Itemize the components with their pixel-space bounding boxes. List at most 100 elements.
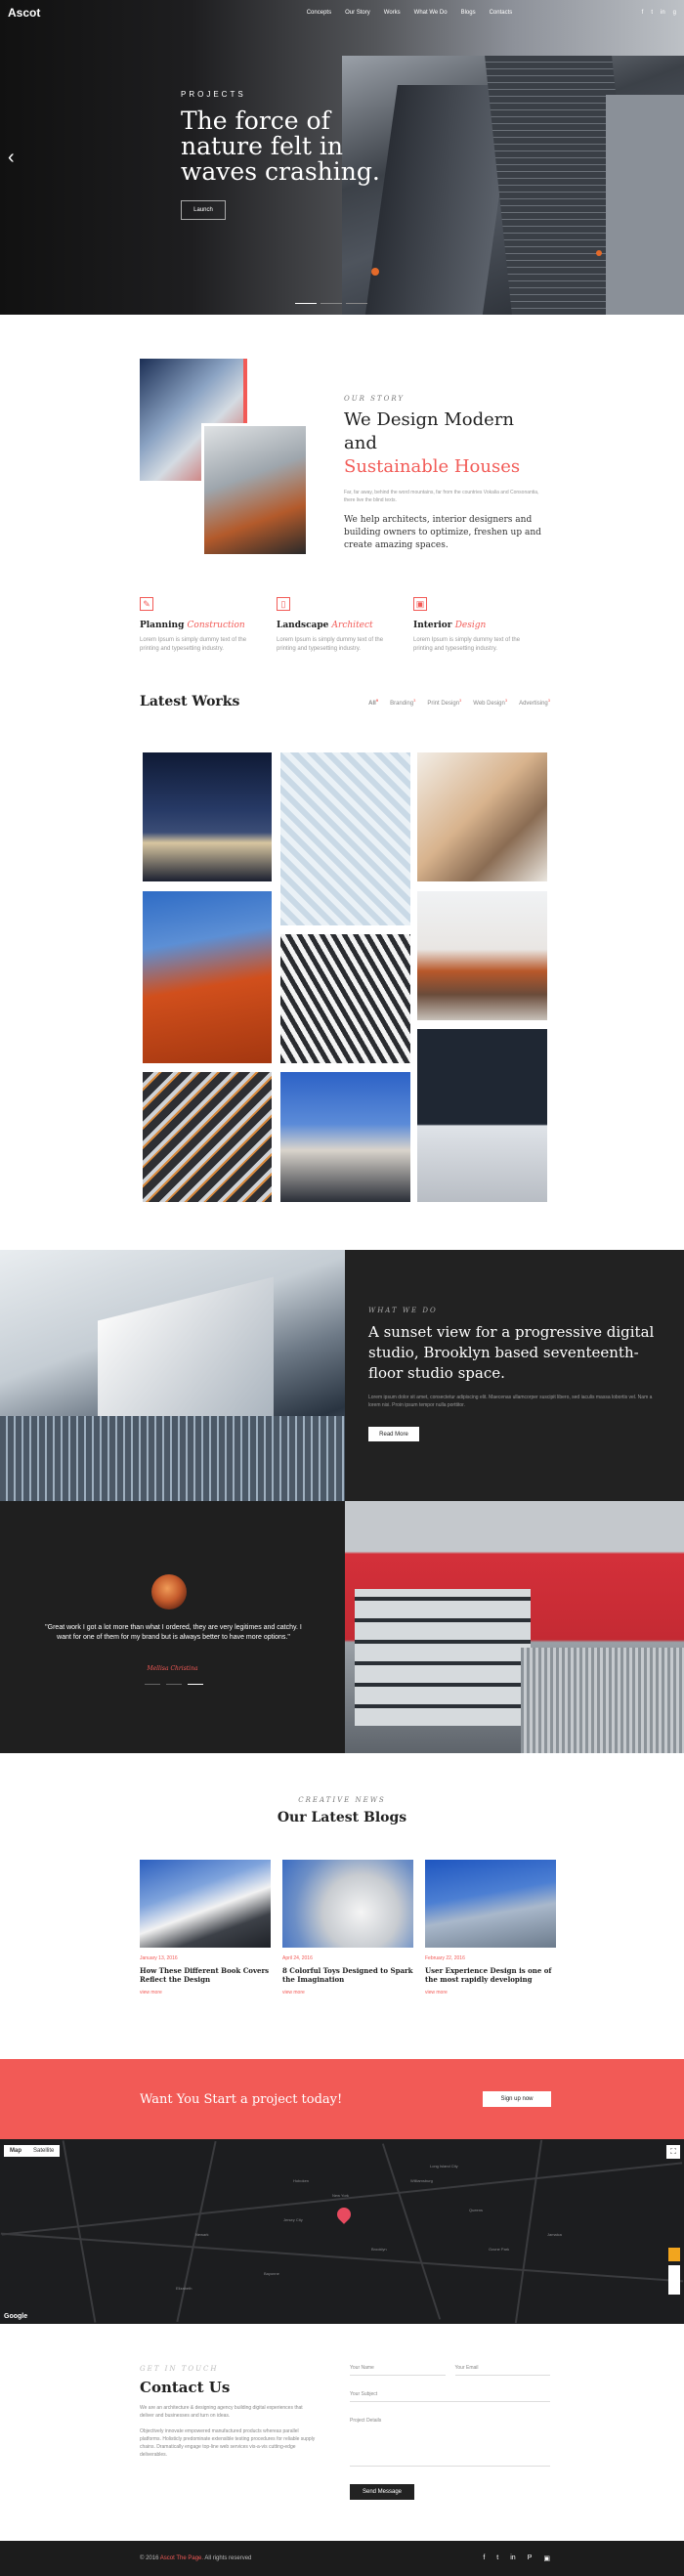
what-we-do-image bbox=[0, 1250, 345, 1501]
facebook-icon[interactable]: f bbox=[642, 10, 644, 16]
story-text: OUR STORY We Design Modern and Sustainab… bbox=[344, 395, 549, 552]
contact-form: Your Name Your Email Your Subject Projec… bbox=[350, 2365, 550, 2500]
google-plus-icon[interactable]: g bbox=[673, 10, 676, 16]
blog-image[interactable] bbox=[140, 1860, 271, 1948]
filter-branding[interactable]: Branding3 bbox=[390, 698, 415, 707]
sign-up-button[interactable]: Sign up now bbox=[483, 2091, 551, 2107]
message-field[interactable]: Project Details bbox=[350, 2418, 550, 2467]
blog-post: April 24, 2016 8 Colorful Toys Designed … bbox=[282, 1860, 413, 1996]
feature-landscape: ▯ Landscape Architect Lorem Ipsum is sim… bbox=[277, 597, 413, 654]
work-tile[interactable] bbox=[417, 891, 547, 1020]
send-message-button[interactable]: Send Message bbox=[350, 2484, 414, 2500]
testimonial-quote: "Great work I got a lot more than what I… bbox=[45, 1624, 302, 1641]
map[interactable]: New York Hoboken Brooklyn Queens Jersey … bbox=[0, 2139, 684, 2324]
filter-print-design[interactable]: Print Design3 bbox=[427, 698, 461, 707]
story-title-line-1: We Design Modern and bbox=[344, 409, 514, 453]
name-field[interactable]: Your Name bbox=[350, 2365, 446, 2376]
blogs-header: CREATIVE NEWS Our Latest Blogs bbox=[0, 1796, 684, 1825]
work-tile[interactable] bbox=[280, 1072, 410, 1202]
prev-arrow-icon[interactable]: ‹ bbox=[8, 147, 15, 169]
filter-web-design[interactable]: Web Design3 bbox=[473, 698, 507, 707]
logo[interactable]: Ascot bbox=[8, 6, 40, 20]
map-label: Hoboken bbox=[293, 2178, 310, 2183]
map-label: Jamaica bbox=[547, 2232, 562, 2237]
testimonial-dot[interactable] bbox=[166, 1684, 182, 1685]
facebook-icon[interactable]: f bbox=[483, 2555, 485, 2562]
blog-title[interactable]: How These Different Book Covers Reflect … bbox=[140, 1966, 271, 1984]
cta-banner: Want You Start a project today! Sign up … bbox=[0, 2059, 684, 2139]
story-kicker: OUR STORY bbox=[344, 395, 406, 403]
story-image-2 bbox=[201, 423, 309, 557]
blog-title[interactable]: User Experience Design is one of the mos… bbox=[425, 1966, 556, 1984]
nav-works[interactable]: Works bbox=[384, 10, 401, 16]
twitter-icon[interactable]: t bbox=[496, 2555, 498, 2562]
fullscreen-icon[interactable]: ⛶ bbox=[666, 2145, 680, 2159]
work-tile[interactable] bbox=[417, 752, 547, 881]
work-tile[interactable] bbox=[280, 934, 410, 1063]
blog-date: January 13, 2016 bbox=[140, 1955, 178, 1961]
view-more-link[interactable]: view more bbox=[282, 1990, 413, 1996]
map-label: Williamsburg bbox=[410, 2178, 433, 2183]
street-view-icon[interactable] bbox=[668, 2248, 680, 2261]
feature-desc: Lorem Ipsum is simply dummy text of the … bbox=[413, 637, 521, 652]
accent-bar bbox=[243, 359, 247, 425]
pinterest-icon[interactable]: P bbox=[528, 2555, 533, 2562]
blog-post: January 13, 2016 How These Different Boo… bbox=[140, 1860, 271, 1996]
blog-post: February 22, 2016 User Experience Design… bbox=[425, 1860, 556, 1996]
hero-section: Ascot Concepts Our Story Works What We D… bbox=[0, 0, 684, 315]
zoom-control[interactable] bbox=[668, 2265, 680, 2295]
testimonial-dot[interactable] bbox=[188, 1684, 203, 1685]
map-pin-icon[interactable] bbox=[334, 2205, 354, 2224]
map-tab-satellite[interactable]: Satellite bbox=[27, 2145, 60, 2157]
features: ✎ Planning Construction Lorem Ipsum is s… bbox=[140, 597, 550, 654]
slider-dot[interactable] bbox=[321, 303, 342, 304]
copyright-brand-link[interactable]: Ascot The Page. bbox=[160, 2555, 203, 2561]
slider-dot[interactable] bbox=[295, 303, 317, 304]
feature-desc: Lorem Ipsum is simply dummy text of the … bbox=[140, 637, 247, 652]
work-tile[interactable] bbox=[143, 891, 272, 1063]
map-label: Jersey City bbox=[283, 2217, 303, 2222]
instagram-icon[interactable]: ▣ bbox=[543, 2555, 550, 2562]
copyright: © 2016 Ascot The Page. All rights reserv… bbox=[140, 2555, 252, 2561]
linkedin-icon[interactable]: in bbox=[661, 10, 665, 16]
email-field[interactable]: Your Email bbox=[454, 2365, 550, 2376]
subject-field[interactable]: Your Subject bbox=[350, 2391, 550, 2402]
nav-concepts[interactable]: Concepts bbox=[307, 10, 331, 16]
what-we-do-section: WHAT WE DO A sunset view for a progressi… bbox=[0, 1250, 684, 1501]
map-label: New York bbox=[332, 2193, 349, 2198]
work-tile[interactable] bbox=[143, 752, 272, 881]
nav-our-story[interactable]: Our Story bbox=[345, 10, 370, 16]
what-we-do-kicker: WHAT WE DO bbox=[368, 1307, 438, 1314]
map-tab-map[interactable]: Map bbox=[4, 2145, 27, 2157]
slider-dot[interactable] bbox=[346, 303, 367, 304]
blog-title[interactable]: 8 Colorful Toys Designed to Spark the Im… bbox=[282, 1966, 413, 1984]
work-tile[interactable] bbox=[143, 1072, 272, 1202]
map-label: Queens bbox=[469, 2208, 484, 2212]
blog-date: April 24, 2016 bbox=[282, 1955, 313, 1961]
nav-blogs[interactable]: Blogs bbox=[461, 10, 476, 16]
read-more-button[interactable]: Read More bbox=[368, 1427, 419, 1441]
hero-title: The force of nature felt in waves crashi… bbox=[181, 107, 380, 186]
work-tile[interactable] bbox=[280, 752, 410, 925]
blogs-title: Our Latest Blogs bbox=[277, 1810, 407, 1825]
testimonial: "Great work I got a lot more than what I… bbox=[0, 1501, 345, 1753]
testimonial-dot[interactable] bbox=[145, 1684, 160, 1685]
linkedin-icon[interactable]: in bbox=[510, 2555, 515, 2562]
nav-contacts[interactable]: Contacts bbox=[490, 10, 513, 16]
feature-interior: ▣ Interior Design Lorem Ipsum is simply … bbox=[413, 597, 550, 654]
work-tile[interactable] bbox=[417, 1029, 547, 1202]
slider-dots bbox=[295, 303, 367, 304]
blog-image[interactable] bbox=[282, 1860, 413, 1948]
google-logo: Google bbox=[4, 2313, 28, 2320]
launch-button[interactable]: Launch bbox=[181, 200, 226, 220]
social-links-footer: f t in P ▣ bbox=[483, 2555, 550, 2562]
filter-all[interactable]: All9 bbox=[368, 698, 378, 707]
footer: © 2016 Ascot The Page. All rights reserv… bbox=[0, 2541, 684, 2576]
filter-advertising[interactable]: Advertising3 bbox=[519, 698, 550, 707]
view-more-link[interactable]: view more bbox=[140, 1990, 271, 1996]
blog-image[interactable] bbox=[425, 1860, 556, 1948]
nav-what-we-do[interactable]: What We Do bbox=[414, 10, 448, 16]
twitter-icon[interactable]: t bbox=[651, 10, 653, 16]
view-more-link[interactable]: view more bbox=[425, 1990, 556, 1996]
hero-kicker: PROJECTS bbox=[181, 90, 246, 99]
